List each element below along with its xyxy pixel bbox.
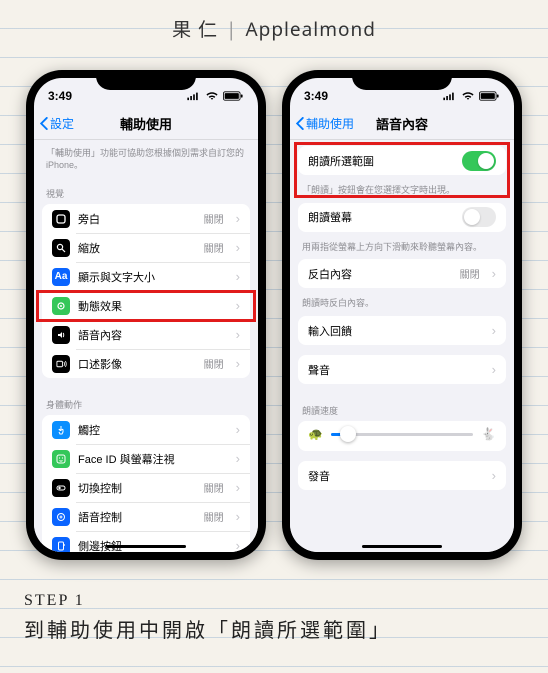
chevron-right-icon: › xyxy=(236,240,240,255)
switch-icon xyxy=(52,479,70,497)
turtle-icon: 🐢 xyxy=(308,427,323,441)
step-description: 到輔助使用中開啟「朗讀所選範圍」 xyxy=(24,614,524,643)
row-detail: 關閉 xyxy=(204,480,224,495)
row-label: Face ID 與螢幕注視 xyxy=(78,451,224,467)
status-icons xyxy=(442,91,500,101)
step-label: STEP 1 xyxy=(24,592,524,610)
phone-left: 3:49 設定 輔助使用 「輔助使用」功能可協助您根據個別需求自訂您的 iPho… xyxy=(26,70,266,560)
row-label: 反白內容 xyxy=(308,266,452,282)
chevron-right-icon: › xyxy=(236,211,240,226)
row-label: 聲音 xyxy=(308,362,480,378)
step-caption: STEP 1 到輔助使用中開啟「朗讀所選範圍」 xyxy=(24,592,524,643)
chevron-right-icon: › xyxy=(492,266,496,281)
row-faceid[interactable]: Face ID 與螢幕注視 › xyxy=(42,444,250,473)
chevron-left-icon xyxy=(296,117,304,130)
row-label: 切換控制 xyxy=(78,480,196,496)
touch-icon xyxy=(52,421,70,439)
row-label: 輸入回饋 xyxy=(308,323,480,339)
toggle-speak-screen[interactable] xyxy=(462,207,496,227)
rabbit-icon: 🐇 xyxy=(481,427,496,441)
row-label: 朗讀所選範圍 xyxy=(308,153,454,169)
row-detail: 關閉 xyxy=(204,211,224,226)
row-label: 語音控制 xyxy=(78,509,196,525)
row-switch-control[interactable]: 切換控制 關閉 › xyxy=(42,473,250,502)
notch xyxy=(352,70,452,90)
row-label: 顯示與文字大小 xyxy=(78,269,224,285)
row-motion[interactable]: 動態效果 › xyxy=(42,291,250,320)
speak-screen-note: 用兩指從螢幕上方向下滑動來聆聽螢幕內容。 xyxy=(290,234,514,260)
row-speak-screen[interactable]: 朗讀螢幕 xyxy=(298,203,506,232)
row-label: 語音內容 xyxy=(78,327,224,343)
chevron-right-icon: › xyxy=(236,538,240,552)
section-vision: 視覺 xyxy=(34,177,258,204)
motion-icon xyxy=(52,297,70,315)
row-label: 朗讀螢幕 xyxy=(308,209,454,225)
row-spoken-content[interactable]: 語音內容 › xyxy=(42,320,250,349)
notch xyxy=(96,70,196,90)
chevron-right-icon: › xyxy=(236,509,240,524)
toggle-speak-selection[interactable] xyxy=(462,151,496,171)
home-indicator xyxy=(106,545,186,548)
row-side-button[interactable]: 側邊按鈕 › xyxy=(42,531,250,552)
row-display-text[interactable]: Aa 顯示與文字大小 › xyxy=(42,262,250,291)
chevron-right-icon: › xyxy=(236,422,240,437)
row-voice-control[interactable]: 語音控制 關閉 › xyxy=(42,502,250,531)
row-voices[interactable]: 聲音 › xyxy=(298,355,506,384)
row-pronunciations[interactable]: 發音 › xyxy=(298,461,506,490)
slider-thumb[interactable] xyxy=(340,426,356,442)
highlight-note: 朗讀時反白內容。 xyxy=(290,290,514,316)
textsize-icon: Aa xyxy=(52,268,70,286)
row-label: 觸控 xyxy=(78,422,224,438)
intro-text: 「輔助使用」功能可協助您根據個別需求自訂您的 iPhone。 xyxy=(34,140,258,177)
section-motor: 身體動作 xyxy=(34,388,258,415)
speaking-rate-slider[interactable]: 🐢 🐇 xyxy=(298,421,506,451)
voicecontrol-icon xyxy=(52,508,70,526)
status-time: 3:49 xyxy=(304,89,328,103)
chevron-right-icon: › xyxy=(236,269,240,284)
chevron-right-icon: › xyxy=(236,451,240,466)
zoom-icon xyxy=(52,239,70,257)
chevron-right-icon: › xyxy=(492,468,496,483)
chevron-right-icon: › xyxy=(236,298,240,313)
row-detail: 關閉 xyxy=(460,266,480,281)
row-audio-descriptions[interactable]: 口述影像 關閉 › xyxy=(42,349,250,378)
row-touch[interactable]: 觸控 › xyxy=(42,415,250,444)
faceid-icon xyxy=(52,450,70,468)
voiceover-icon xyxy=(52,210,70,228)
nav-bar: 設定 輔助使用 xyxy=(34,108,258,140)
row-speak-selection[interactable]: 朗讀所選範圍 xyxy=(298,146,506,175)
chevron-right-icon: › xyxy=(236,356,240,371)
spoken-icon xyxy=(52,326,70,344)
audiodesc-icon xyxy=(52,355,70,373)
row-voiceover[interactable]: 旁白 關閉 › xyxy=(42,204,250,233)
brand-watermark: 果 仁|Applealmond xyxy=(0,15,548,42)
back-button[interactable]: 設定 xyxy=(34,115,74,132)
sidebutton-icon xyxy=(52,537,70,552)
row-detail: 關閉 xyxy=(204,240,224,255)
home-indicator xyxy=(362,545,442,548)
row-label: 縮放 xyxy=(78,240,196,256)
chevron-left-icon xyxy=(40,117,48,130)
row-typing-feedback[interactable]: 輸入回饋 › xyxy=(298,316,506,345)
back-button[interactable]: 輔助使用 xyxy=(290,115,354,132)
speak-selection-note: 「朗讀」按鈕會在您選擇文字時出現。 xyxy=(290,177,514,203)
row-highlight-content[interactable]: 反白內容 關閉 › xyxy=(298,259,506,288)
phone-right: 3:49 輔助使用 語音內容 朗讀所選範圍 xyxy=(282,70,522,560)
row-label: 動態效果 xyxy=(78,298,224,314)
chevron-right-icon: › xyxy=(492,323,496,338)
row-label: 口述影像 xyxy=(78,356,196,372)
row-detail: 關閉 xyxy=(204,356,224,371)
chevron-right-icon: › xyxy=(492,362,496,377)
row-label: 發音 xyxy=(308,468,480,484)
slider-track[interactable] xyxy=(331,433,473,436)
row-label: 旁白 xyxy=(78,211,196,227)
row-zoom[interactable]: 縮放 關閉 › xyxy=(42,233,250,262)
status-icons xyxy=(186,91,244,101)
nav-bar: 輔助使用 語音內容 xyxy=(290,108,514,140)
row-detail: 關閉 xyxy=(204,509,224,524)
speaking-rate-label: 朗讀速度 xyxy=(290,394,514,421)
chevron-right-icon: › xyxy=(236,480,240,495)
chevron-right-icon: › xyxy=(236,327,240,342)
status-time: 3:49 xyxy=(48,89,72,103)
